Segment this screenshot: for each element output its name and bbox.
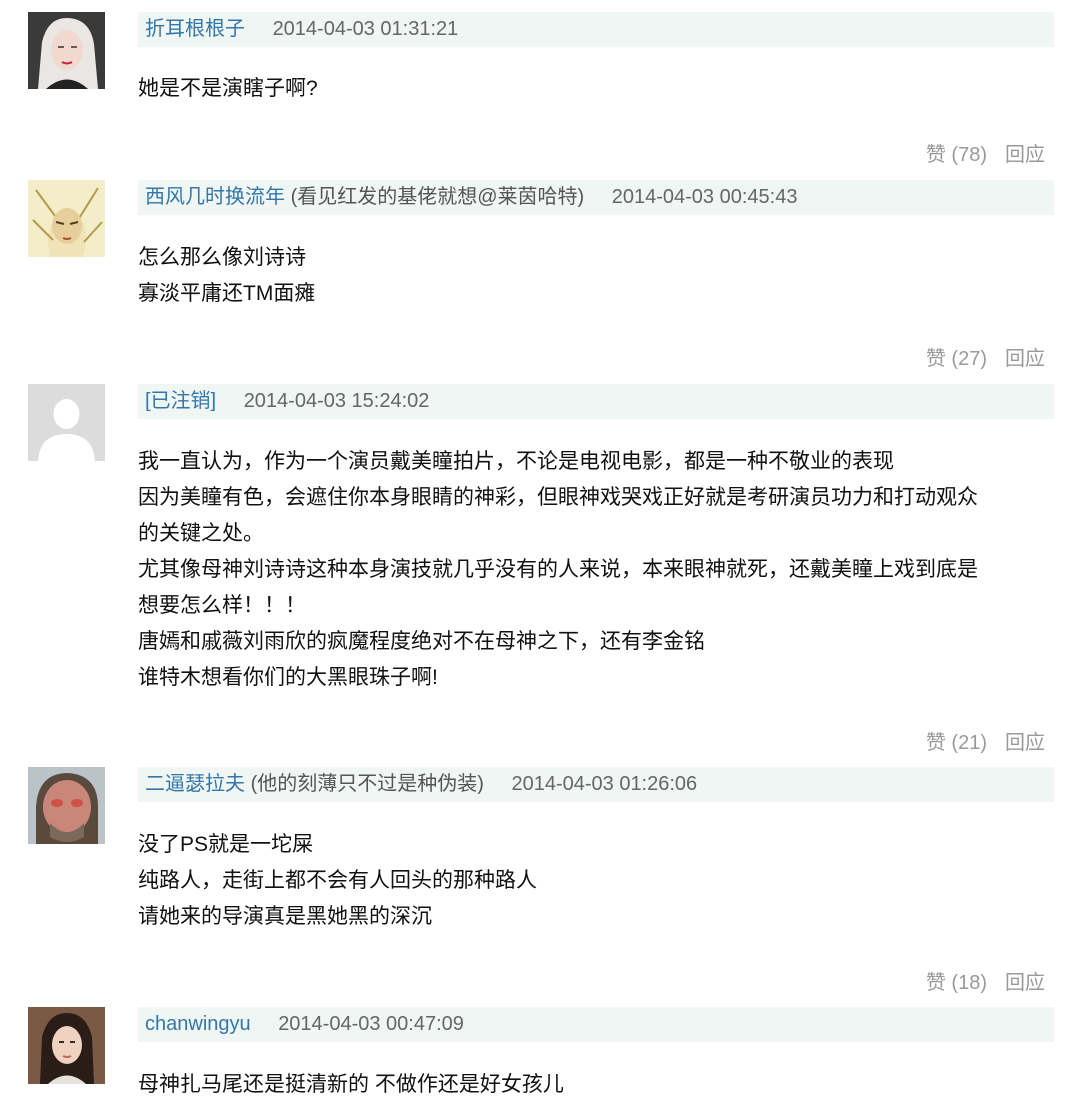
reply-button[interactable]: 回应 — [1005, 732, 1045, 754]
comment-time: 2014-04-03 15:24:02 — [243, 390, 430, 412]
comment-line: 尤其像母神刘诗诗这种本身演技就几乎没有的人来说，本来眼神就死，还戴美瞳上戏到底是 — [138, 558, 978, 581]
avatar-image — [28, 12, 105, 89]
comment-body: 我一直认为，作为一个演员戴美瞳拍片，不论是电视电影，都是一种不敬业的表现 因为美… — [138, 444, 1054, 696]
comment-actions: 赞 (27) 回应 — [926, 342, 1045, 371]
comment-line: 谁特木想看你们的大黑眼珠子啊! — [138, 666, 438, 689]
author-signature: (看见红发的基佬就想@莱茵哈特) — [290, 186, 585, 208]
comment-line: 纯路人，走街上都不会有人回头的那种路人 — [138, 869, 537, 892]
reply-button[interactable]: 回应 — [1005, 144, 1045, 166]
avatar[interactable] — [28, 180, 105, 257]
comment-line: 唐嫣和戚薇刘雨欣的疯魔程度绝对不在母神之下，还有李金铭 — [138, 630, 705, 653]
avatar[interactable] — [28, 1007, 105, 1084]
comment-time: 2014-04-03 01:26:06 — [511, 773, 698, 795]
author-link[interactable]: 折耳根根子 — [145, 18, 245, 40]
avatar[interactable] — [28, 767, 105, 844]
comment-line: 没了PS就是一坨屎 — [138, 833, 314, 856]
comment-header: chanwingyu 2014-04-03 00:47:09 — [138, 1007, 1054, 1042]
comment-header: 折耳根根子 2014-04-03 01:31:21 — [138, 12, 1054, 47]
comment-body: 母神扎马尾还是挺清新的 不做作还是好女孩儿 — [138, 1067, 1054, 1103]
avatar[interactable] — [28, 12, 105, 89]
comment-line: 她是不是演瞎子啊? — [138, 77, 318, 100]
comment-body: 她是不是演瞎子啊? — [138, 71, 1054, 107]
comment-body: 没了PS就是一坨屎 纯路人，走街上都不会有人回头的那种路人 请她来的导演真是黑她… — [138, 827, 1054, 935]
comment-line: 寡淡平庸还TM面瘫 — [138, 282, 316, 305]
comment-line: 的关键之处。 — [138, 522, 264, 545]
author-signature: (他的刻薄只不过是种伪装) — [250, 773, 484, 795]
avatar-image — [28, 180, 105, 257]
default-avatar-icon — [28, 384, 105, 461]
avatar[interactable] — [28, 384, 105, 461]
comment-header: 西风几时换流年 (看见红发的基佬就想@莱茵哈特) 2014-04-03 00:4… — [138, 180, 1054, 215]
comment-header: [已注销] 2014-04-03 15:24:02 — [138, 384, 1054, 419]
comment-line: 想要怎么样！！！ — [138, 594, 306, 617]
avatar-image — [28, 1007, 105, 1084]
author-link[interactable]: chanwingyu — [145, 1013, 251, 1035]
like-button[interactable]: 赞 (78) — [926, 144, 987, 166]
comment-line: 怎么那么像刘诗诗 — [138, 246, 306, 269]
comment-line: 我一直认为，作为一个演员戴美瞳拍片，不论是电视电影，都是一种不敬业的表现 — [138, 450, 894, 473]
like-button[interactable]: 赞 (18) — [926, 972, 987, 994]
comment-body: 怎么那么像刘诗诗 寡淡平庸还TM面瘫 — [138, 240, 1054, 312]
author-link[interactable]: 二逼瑟拉夫 — [145, 773, 245, 795]
author-link[interactable]: 西风几时换流年 — [145, 186, 285, 208]
comment-time: 2014-04-03 01:31:21 — [272, 18, 459, 40]
avatar-image — [28, 767, 105, 844]
comment-actions: 赞 (78) 回应 — [926, 138, 1045, 167]
comment-line: 请她来的导演真是黑她黑的深沉 — [138, 905, 432, 928]
comment-line: 母神扎马尾还是挺清新的 不做作还是好女孩儿 — [138, 1073, 564, 1096]
comment-time: 2014-04-03 00:45:43 — [611, 186, 798, 208]
comment-header: 二逼瑟拉夫 (他的刻薄只不过是种伪装) 2014-04-03 01:26:06 — [138, 767, 1054, 802]
author-link[interactable]: [已注销] — [145, 390, 216, 412]
reply-button[interactable]: 回应 — [1005, 972, 1045, 994]
reply-button[interactable]: 回应 — [1005, 348, 1045, 370]
comment-actions: 赞 (21) 回应 — [926, 726, 1045, 755]
comment-line: 因为美瞳有色，会遮住你本身眼睛的神彩，但眼神戏哭戏正好就是考研演员功力和打动观众 — [138, 486, 978, 509]
like-button[interactable]: 赞 (27) — [926, 348, 987, 370]
comment-actions: 赞 (18) 回应 — [926, 966, 1045, 995]
like-button[interactable]: 赞 (21) — [926, 732, 987, 754]
comment-time: 2014-04-03 00:47:09 — [278, 1013, 464, 1035]
